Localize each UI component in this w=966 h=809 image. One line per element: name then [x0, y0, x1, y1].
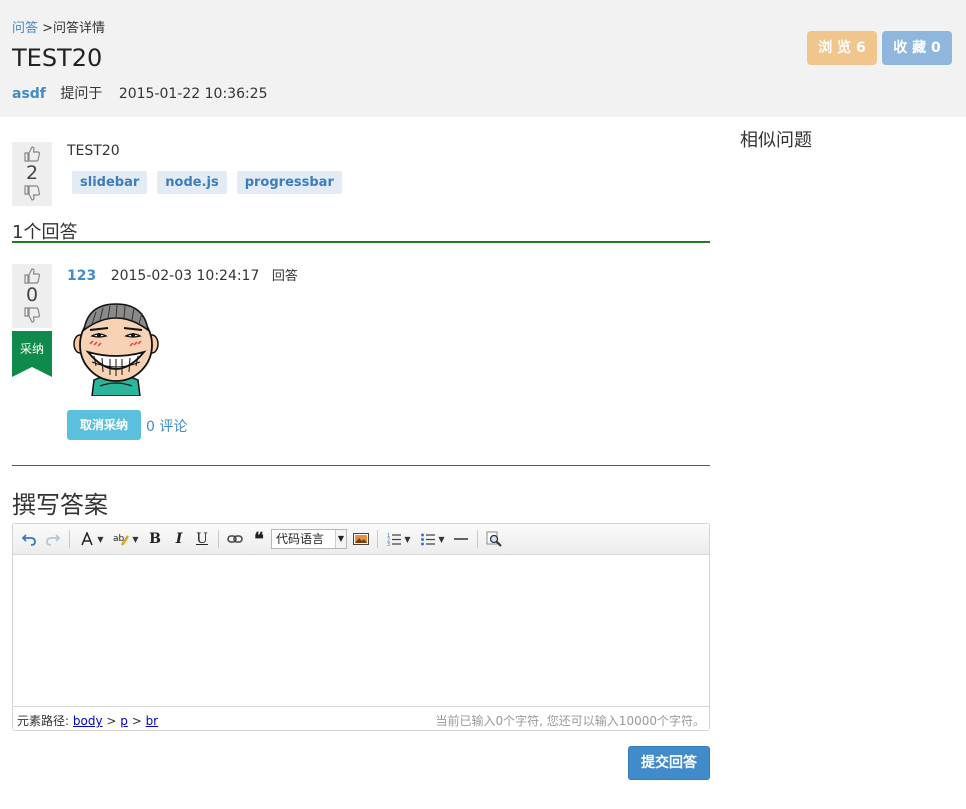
thumb-up-icon[interactable]: [24, 146, 40, 162]
breadcrumb-current: 问答详情: [53, 21, 106, 36]
divider: [12, 241, 710, 243]
tag[interactable]: slidebar: [72, 171, 148, 194]
breadcrumb-separator: >: [38, 21, 54, 36]
answer-vote-count: 0: [25, 284, 39, 306]
favorite-button[interactable]: 收 藏 0: [882, 31, 952, 65]
editor-content-area[interactable]: [13, 556, 709, 705]
redo-icon[interactable]: [43, 529, 63, 549]
tag[interactable]: node.js: [157, 171, 227, 194]
related-questions-title: 相似问题: [740, 130, 812, 151]
write-answer-title: 撰写答案: [12, 491, 108, 519]
question-body: TEST20: [67, 143, 120, 159]
search-replace-icon[interactable]: [484, 529, 504, 549]
image-icon[interactable]: [351, 529, 371, 549]
answer-editor: ▼ ab ▼ B I U ❝ 代码语言 ▼ 1 2 3 ▼ ▼ 元素路径: bo…: [12, 523, 710, 731]
element-path-label: 元素路径:: [17, 714, 70, 728]
thumb-up-icon[interactable]: [24, 268, 40, 284]
svg-text:3: 3: [387, 542, 390, 546]
answer-vote-box: 0: [12, 264, 52, 328]
question-title: TEST20: [12, 44, 103, 72]
editor-statusbar: 元素路径: body > p > br 当前已输入0个字符, 您还可以输入100…: [13, 706, 709, 730]
unaccept-answer-button[interactable]: 取消采纳: [67, 410, 141, 440]
toolbar-separator: [69, 530, 70, 548]
element-path-p[interactable]: p: [120, 714, 128, 728]
horizontal-rule-icon[interactable]: [451, 529, 471, 549]
question-header: 问答 >问答详情 TEST20 asdf 提问于 2015-01-22 10:3…: [0, 0, 966, 117]
link-icon[interactable]: [225, 529, 245, 549]
toolbar-separator: [218, 530, 219, 548]
question-author-link[interactable]: asdf: [12, 86, 46, 102]
highlight-icon[interactable]: ab ▼: [111, 529, 141, 549]
divider: [12, 465, 710, 466]
undo-icon[interactable]: [19, 529, 39, 549]
quote-icon[interactable]: ❝: [249, 529, 269, 550]
thumb-down-icon[interactable]: [24, 307, 40, 323]
views-button[interactable]: 浏 览 6: [807, 31, 877, 65]
element-path-br[interactable]: br: [146, 714, 159, 728]
tag[interactable]: progressbar: [236, 171, 342, 194]
code-language-value: 代码语言: [276, 532, 325, 546]
question-vote-box: 2: [12, 142, 52, 206]
font-color-icon[interactable]: ▼: [77, 529, 107, 549]
editor-toolbar: ▼ ab ▼ B I U ❝ 代码语言 ▼ 1 2 3 ▼ ▼: [13, 524, 709, 555]
asked-time: 2015-01-22 10:36:25: [118, 86, 268, 102]
element-path: 元素路径: body > p > br: [17, 712, 158, 729]
asked-label: 提问于: [60, 86, 103, 102]
toolbar-separator: [377, 530, 378, 548]
accepted-label: 采纳: [20, 342, 44, 356]
element-path-separator: >: [127, 714, 146, 728]
italic-icon[interactable]: I: [169, 529, 189, 549]
ordered-list-icon[interactable]: 1 2 3 ▼: [384, 529, 414, 549]
element-path-body[interactable]: body: [73, 714, 103, 728]
answer-emoticon-image: [73, 303, 159, 396]
question-vote-count: 2: [25, 162, 39, 184]
answer-verb: 回答: [271, 269, 298, 284]
tag-list: slidebar node.js progressbar: [72, 171, 342, 194]
chevron-down-icon: ▼: [335, 530, 346, 548]
thumb-down-icon[interactable]: [24, 185, 40, 201]
word-count: 当前已输入0个字符, 您还可以输入10000个字符。: [435, 714, 705, 728]
accepted-ribbon: 采纳: [12, 331, 52, 377]
answer-time: 2015-02-03 10:24:17: [110, 268, 260, 284]
code-language-select[interactable]: 代码语言 ▼: [271, 529, 347, 549]
comments-link[interactable]: 0 评论: [146, 416, 187, 436]
bold-icon[interactable]: B: [145, 529, 165, 549]
element-path-separator: >: [102, 714, 121, 728]
submit-answer-button[interactable]: 提交回答: [628, 746, 710, 780]
toolbar-separator: [477, 530, 478, 548]
answer-meta: 123 2015-02-03 10:24:17 回答: [67, 265, 298, 284]
question-meta: asdf 提问于 2015-01-22 10:36:25: [12, 83, 268, 103]
breadcrumb-link-qa[interactable]: 问答: [12, 21, 38, 36]
unordered-list-icon[interactable]: ▼: [418, 529, 448, 549]
breadcrumb: 问答 >问答详情: [12, 17, 105, 36]
answer-author-link[interactable]: 123: [67, 268, 96, 284]
underline-icon[interactable]: U: [192, 529, 212, 549]
